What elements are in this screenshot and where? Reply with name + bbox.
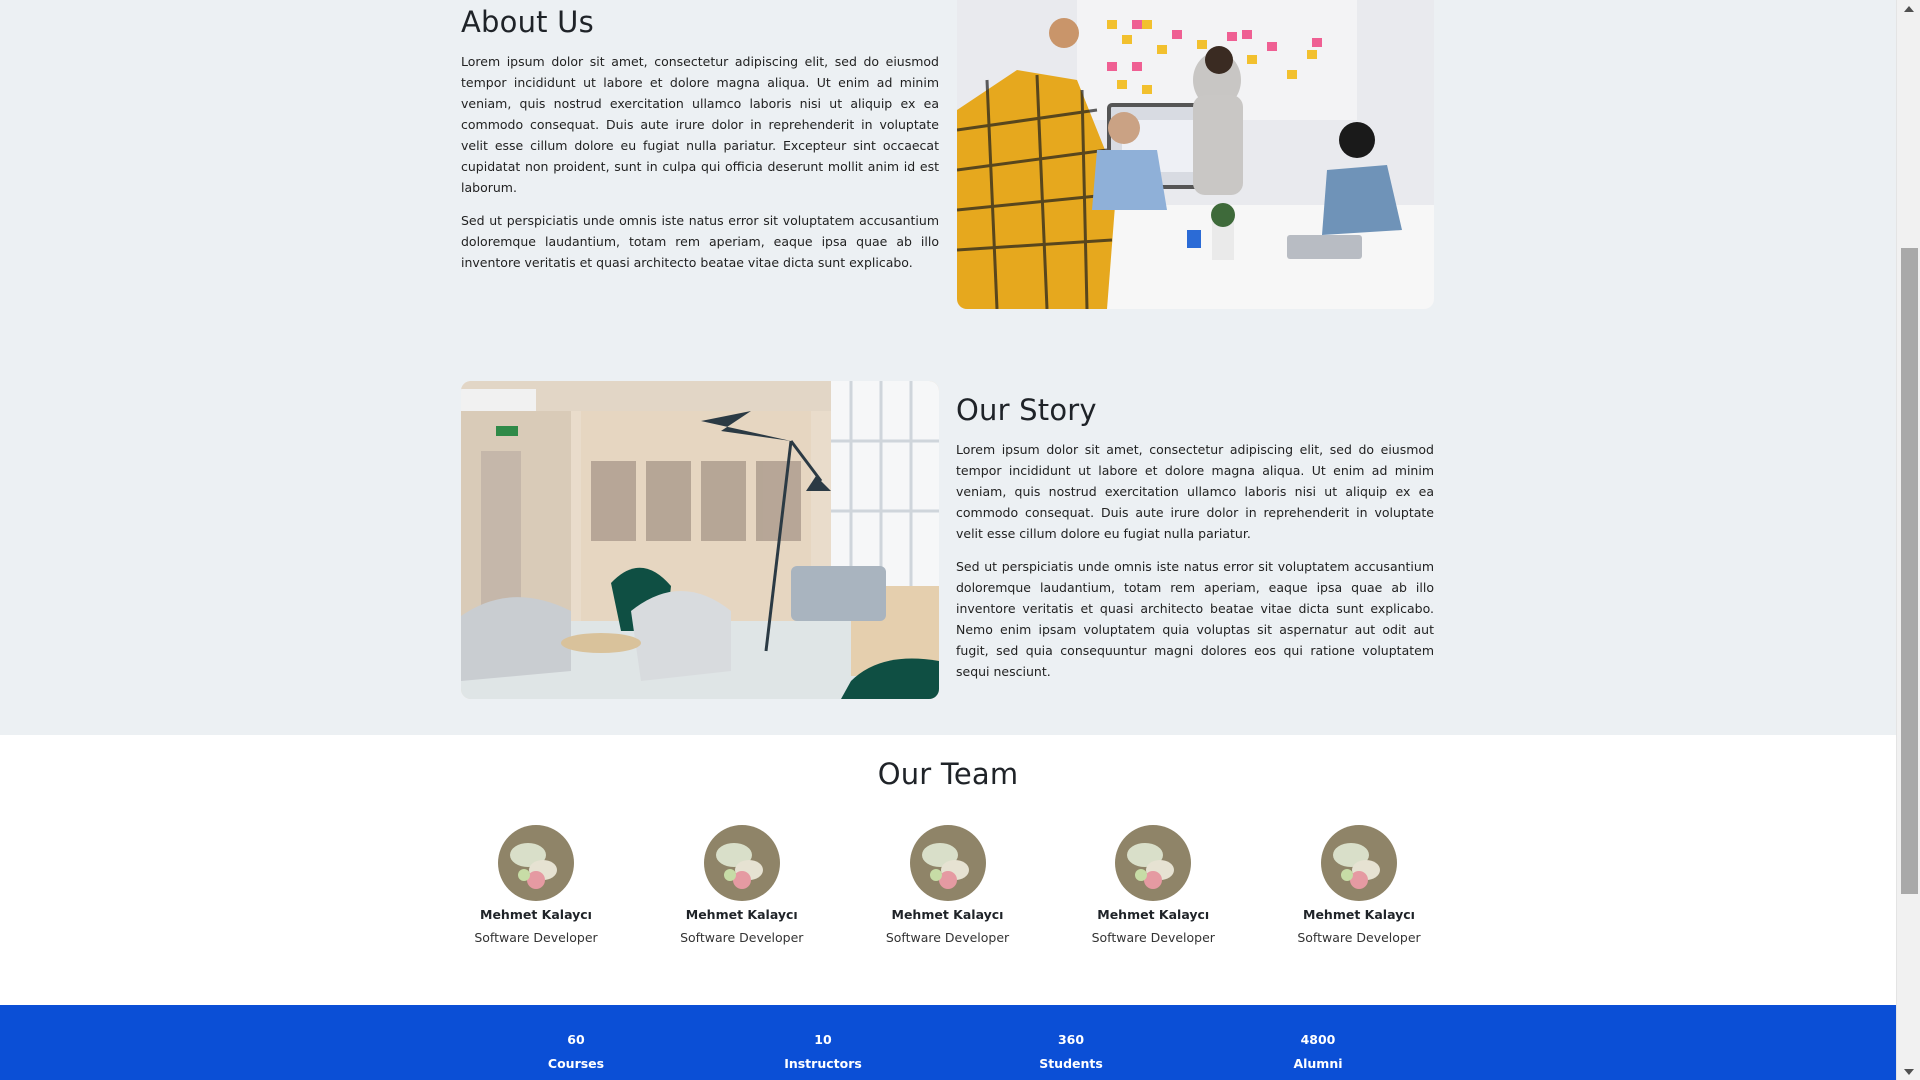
avatar <box>909 825 986 901</box>
team-members: Mehmet Kalaycı Software Developer Mehmet… <box>461 825 1434 945</box>
member-name: Mehmet Kalaycı <box>685 907 798 922</box>
member-role: Software Developer <box>1091 930 1215 945</box>
stat-label: Alumni <box>1293 1056 1343 1071</box>
story-paragraph-2: Sed ut perspiciatis unde omnis iste natu… <box>956 559 1434 679</box>
team-section: Our Team Mehmet Kalaycı Software Develop… <box>0 735 1896 1005</box>
scrollbar-thumb[interactable] <box>1901 248 1918 894</box>
stat-students: 360 Students <box>991 1032 1151 1071</box>
member-name: Mehmet Kalaycı <box>1097 907 1210 922</box>
about-image-meeting <box>957 0 1434 309</box>
story-image-lounge <box>461 381 939 699</box>
vertical-scrollbar[interactable] <box>1896 0 1920 1080</box>
team-member: Mehmet Kalaycı Software Developer <box>461 825 611 945</box>
stat-value: 360 <box>1057 1032 1085 1047</box>
team-member: Mehmet Kalaycı Software Developer <box>873 825 1023 945</box>
avatar <box>498 825 574 901</box>
stats-band: 60 Courses 10 Instructors 360 Students 4… <box>0 1005 1896 1080</box>
stat-value: 10 <box>814 1032 832 1047</box>
about-title: About Us <box>461 5 594 39</box>
team-member: Mehmet Kalaycı Software Developer <box>667 825 817 945</box>
member-role: Software Developer <box>885 930 1010 945</box>
stat-courses: 60 Courses <box>496 1032 656 1071</box>
member-name: Mehmet Kalaycı <box>1303 907 1415 922</box>
member-role: Software Developer <box>680 930 804 945</box>
avatar <box>1115 825 1192 901</box>
story-title: Our Story <box>956 393 1097 427</box>
about-paragraph-1: Lorem ipsum dolor sit amet, consectetur … <box>461 54 939 195</box>
stat-instructors: 10 Instructors <box>743 1032 903 1071</box>
team-member: Mehmet Kalaycı Software Developer <box>1078 825 1228 945</box>
member-role: Software Developer <box>474 930 598 945</box>
stat-value: 60 <box>567 1032 585 1047</box>
about-section: About Us Lorem ipsum dolor sit amet, con… <box>0 0 1896 360</box>
story-text: Our Story Lorem ipsum dolor sit amet, co… <box>956 393 1434 682</box>
stat-label: Courses <box>547 1056 605 1071</box>
story-paragraph-1: Lorem ipsum dolor sit amet, consectetur … <box>956 442 1434 541</box>
scroll-down-arrow-icon[interactable] <box>1897 1063 1920 1080</box>
stat-label: Instructors <box>784 1056 862 1071</box>
stat-value: 4800 <box>1300 1032 1336 1047</box>
about-text: About Us Lorem ipsum dolor sit amet, con… <box>461 5 939 273</box>
member-name: Mehmet Kalaycı <box>891 907 1004 922</box>
avatar <box>1321 825 1397 901</box>
story-section: Our Story Lorem ipsum dolor sit amet, co… <box>0 360 1896 735</box>
stat-label: Students <box>1039 1056 1103 1071</box>
stat-alumni: 4800 Alumni <box>1238 1032 1398 1071</box>
member-role: Software Developer <box>1297 930 1421 945</box>
avatar <box>703 825 780 901</box>
team-title: Our Team <box>877 757 1019 791</box>
team-member: Mehmet Kalaycı Software Developer <box>1284 825 1434 945</box>
page: About Us Lorem ipsum dolor sit amet, con… <box>0 0 1896 1080</box>
scroll-up-arrow-icon[interactable] <box>1897 0 1920 17</box>
member-name: Mehmet Kalaycı <box>480 907 592 922</box>
about-paragraph-2: Sed ut perspiciatis unde omnis iste natu… <box>461 213 939 270</box>
